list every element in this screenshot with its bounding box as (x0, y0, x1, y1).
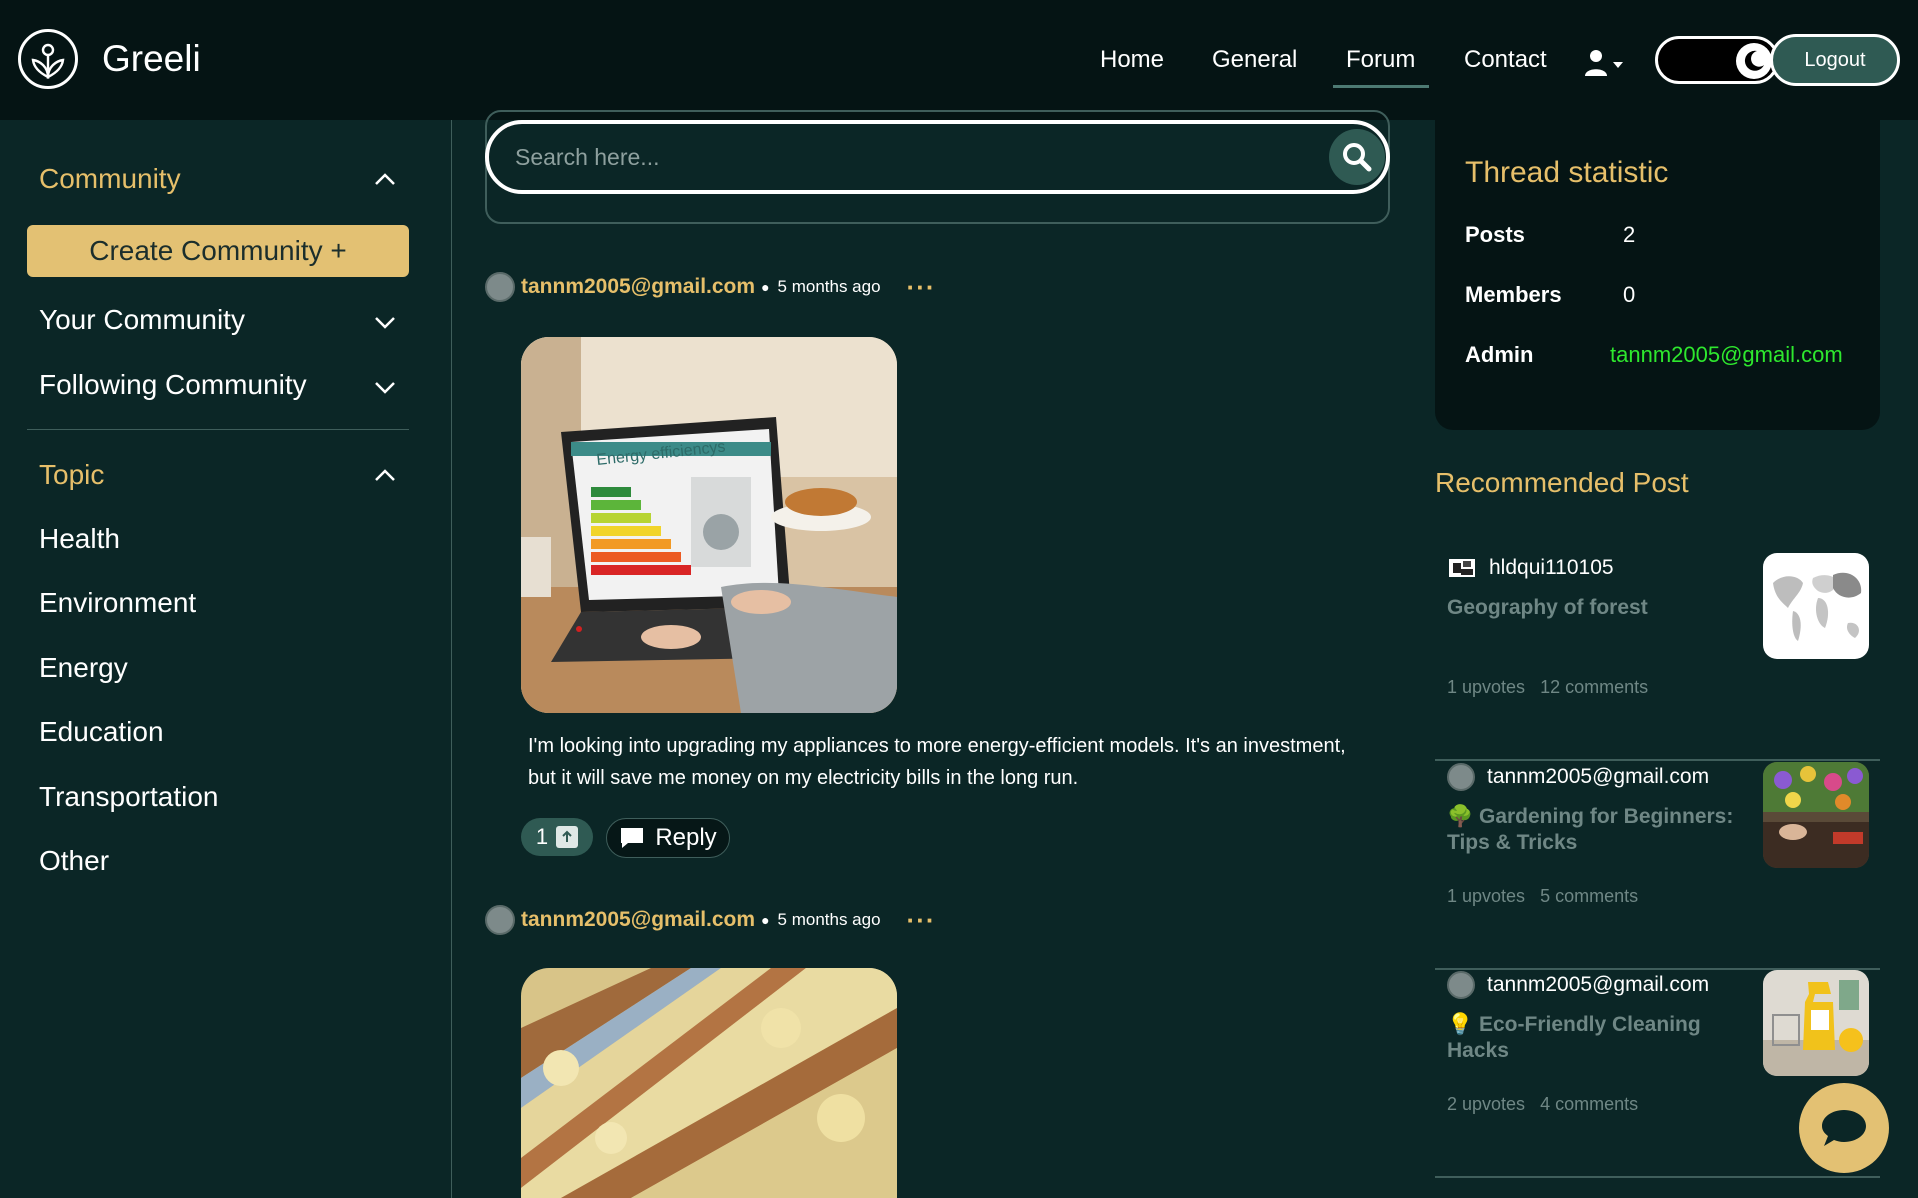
recommended-post-stats: 1 upvotes 12 comments (1447, 677, 1648, 698)
upvote-count: 1 (535, 824, 549, 849)
create-community-button[interactable]: Create Community + (27, 225, 409, 277)
moon-icon (1736, 43, 1772, 79)
search-icon (1343, 143, 1372, 172)
post-header: tannm2005@gmail.com ● 5 months ago ··· (485, 904, 936, 936)
upvotes-count: 2 upvotes (1447, 1094, 1526, 1114)
topic-section-heading[interactable]: Topic (39, 459, 104, 491)
posts-label: Posts (1465, 222, 1525, 247)
comments-count: 12 comments (1540, 677, 1649, 697)
chevron-down-icon[interactable] (374, 316, 396, 330)
avatar[interactable] (485, 272, 515, 302)
topic-environment[interactable]: Environment (39, 587, 196, 619)
brand-name[interactable]: Greeli (102, 38, 201, 80)
chevron-up-icon[interactable] (374, 468, 396, 482)
community-section-heading[interactable]: Community (39, 163, 181, 195)
post-author[interactable]: tannm2005@gmail.com (521, 908, 755, 932)
recommended-post-thumbnail[interactable] (1763, 762, 1869, 868)
recommended-post-author[interactable]: tannm2005@gmail.com (1447, 762, 1709, 792)
recommended-post-author[interactable]: tannm2005@gmail.com (1447, 970, 1709, 1000)
recommended-post-title[interactable]: 💡 Eco-Friendly Cleaning Hacks (1447, 1012, 1737, 1064)
post-image-insulation[interactable] (521, 968, 897, 1198)
avatar (1447, 763, 1475, 791)
recommended-post-thumbnail[interactable] (1763, 553, 1869, 659)
more-options-icon[interactable]: ··· (907, 907, 936, 933)
admin-value[interactable]: tannm2005@gmail.com (1610, 342, 1843, 368)
post-author[interactable]: tannm2005@gmail.com (521, 275, 755, 299)
top-navbar: Greeli Home General Forum Contact Logout (0, 0, 1918, 120)
recommended-post-stats: 2 upvotes 4 comments (1447, 1094, 1638, 1115)
members-label: Members (1465, 282, 1562, 307)
your-community-item[interactable]: Your Community (39, 304, 245, 336)
user-icon (1585, 50, 1623, 76)
recommended-post-item[interactable]: tannm2005@gmail.com 🌳 Gardening for Begi… (1435, 762, 1880, 970)
upvotes-count: 1 upvotes (1447, 886, 1526, 906)
greeli-logo-icon[interactable] (18, 29, 78, 89)
nav-contact[interactable]: Contact (1464, 46, 1547, 74)
chat-button[interactable] (1799, 1083, 1889, 1173)
arrow-up-icon (556, 826, 579, 848)
topic-transportation[interactable]: Transportation (39, 781, 219, 813)
nav-home[interactable]: Home (1100, 46, 1164, 74)
recommended-username: tannm2005@gmail.com (1487, 765, 1710, 788)
more-options-icon[interactable]: ··· (907, 274, 936, 300)
user-menu-dropdown[interactable] (1585, 48, 1633, 78)
separator-dot: ● (761, 912, 770, 928)
topic-education[interactable]: Education (39, 716, 164, 748)
post-content-text: I'm looking into upgrading my appliances… (528, 735, 1346, 789)
thread-statistic-title: Thread statistic (1465, 156, 1669, 189)
recommended-post-thumbnail[interactable] (1763, 970, 1869, 1076)
chevron-down-icon[interactable] (374, 381, 396, 395)
recommended-username: hldqui110105 (1489, 556, 1614, 579)
avatar (1449, 559, 1475, 577)
admin-label: Admin (1465, 342, 1534, 367)
search-button[interactable] (1329, 129, 1385, 185)
nav-forum[interactable]: Forum (1346, 46, 1415, 74)
chat-bubble-icon (1822, 1110, 1866, 1146)
posts-value: 2 (1623, 222, 1636, 247)
post-time: 5 months ago (777, 277, 881, 296)
topic-energy[interactable]: Energy (39, 652, 128, 684)
recommended-post-heading: Recommended Post (1435, 467, 1689, 498)
reply-label: Reply (655, 824, 717, 851)
chevron-up-icon[interactable] (374, 172, 396, 186)
comments-count: 5 comments (1540, 886, 1639, 906)
left-sidebar: Community Create Community + Your Commun… (0, 120, 452, 1198)
comment-icon (621, 828, 644, 848)
recommended-post-item[interactable]: hldqui110105 Geography of forest 1 upvot… (1435, 553, 1880, 761)
reply-button[interactable]: Reply (606, 818, 730, 858)
recommended-post-title[interactable]: Geography of forest (1447, 595, 1737, 621)
recommended-post-title[interactable]: 🌳 Gardening for Beginners: Tips & Tricks (1447, 804, 1737, 856)
avatar[interactable] (485, 905, 515, 935)
upvotes-count: 1 upvotes (1447, 677, 1526, 697)
comments-count: 4 comments (1540, 1094, 1639, 1114)
logout-button[interactable]: Logout (1770, 34, 1900, 86)
recommended-post-author[interactable]: hldqui110105 (1447, 553, 1614, 583)
separator-dot: ● (761, 279, 770, 295)
topic-health[interactable]: Health (39, 523, 120, 555)
members-value: 0 (1623, 282, 1636, 307)
search-input[interactable] (485, 120, 1390, 194)
recommended-post-stats: 1 upvotes 5 comments (1447, 886, 1638, 907)
topic-other[interactable]: Other (39, 845, 109, 877)
thread-statistic-card: Thread statistic Posts 2 Members 0 Admin… (1435, 120, 1880, 430)
sidebar-divider (27, 429, 409, 430)
post-image-energy-laptop[interactable]: Energy efficiencys (521, 337, 897, 713)
recommended-username: tannm2005@gmail.com (1487, 973, 1710, 996)
post-time: 5 months ago (777, 910, 881, 929)
following-community-item[interactable]: Following Community (39, 369, 307, 401)
upvote-button[interactable]: 1 (521, 818, 593, 856)
nav-general[interactable]: General (1212, 46, 1297, 74)
active-nav-underline (1333, 85, 1429, 88)
post-header: tannm2005@gmail.com ● 5 months ago ··· (485, 271, 936, 303)
dark-mode-toggle[interactable] (1655, 36, 1779, 84)
avatar (1447, 971, 1475, 999)
